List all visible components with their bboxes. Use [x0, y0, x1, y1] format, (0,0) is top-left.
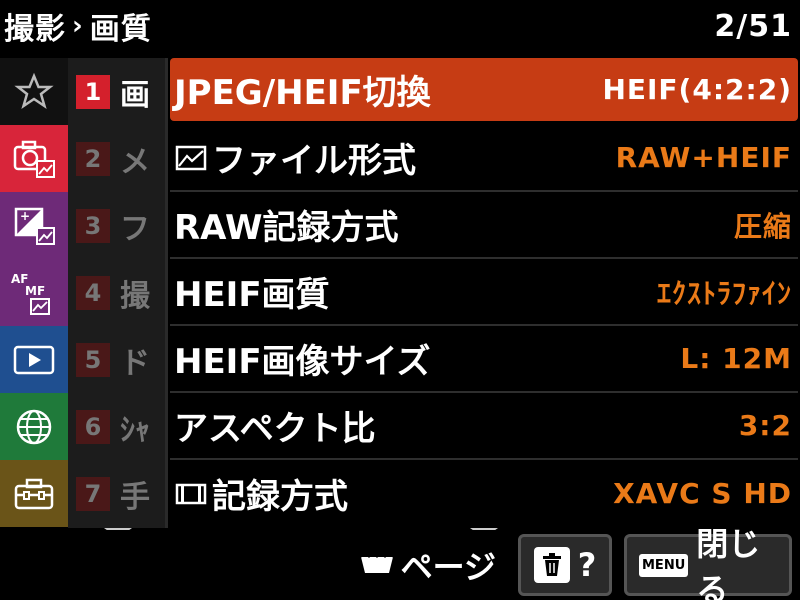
- menu-item-value: 圧縮: [733, 209, 792, 243]
- subtab-label: メ: [120, 144, 150, 180]
- still-image-icon: [175, 145, 207, 170]
- menu-item-label-text: HEIF画像サイズ: [174, 342, 431, 382]
- movie-icon: [175, 483, 207, 504]
- menu-list: JPEG/HEIF切換 HEIF(4:2:2) ファイル形式 RAW+HEIF …: [170, 58, 798, 528]
- subtab-label: ド: [120, 345, 150, 381]
- page-label: ページ: [400, 548, 496, 586]
- menu-item-label: HEIF画質: [174, 267, 330, 316]
- subtab-column: 1 画 2 メ 3 フ 4 撮 5 ド 6 ｼｬ 7 手: [68, 58, 168, 528]
- menu-item-raw-recording[interactable]: RAW記録方式 圧縮: [170, 192, 798, 259]
- subtab-7[interactable]: 7 手: [68, 460, 165, 527]
- subtab-label: フ: [120, 211, 150, 247]
- subtab-6[interactable]: 6 ｼｬ: [68, 393, 165, 460]
- close-label: 閉じる: [696, 525, 761, 600]
- dial-icon: [360, 553, 394, 573]
- af-mf-icon: AF MF: [11, 272, 50, 315]
- menu-item-label-text: HEIF画質: [174, 275, 330, 315]
- category-shooting[interactable]: [0, 125, 68, 192]
- help-label: ?: [577, 546, 597, 584]
- network-icon: [16, 409, 52, 444]
- category-exposure[interactable]: +: [0, 192, 68, 259]
- header-bar: 撮影 › 画質 2/51: [0, 0, 800, 52]
- toolbox-icon: [14, 478, 54, 509]
- menu-item-movie-recording[interactable]: 記録方式 XAVC S HD: [170, 460, 798, 527]
- subtab-number: 7: [76, 476, 110, 511]
- subtab-number: 4: [76, 275, 110, 310]
- breadcrumb-separator: ›: [72, 11, 84, 41]
- subtab-number: 6: [76, 409, 110, 444]
- menu-item-label-text: アスペクト比: [174, 409, 376, 449]
- menu-item-label-text: JPEG/HEIF切換: [174, 73, 431, 113]
- menu-item-value: 3:2: [738, 409, 792, 442]
- subtab-1[interactable]: 1 画: [68, 58, 165, 125]
- star-icon: [14, 72, 54, 109]
- breadcrumb-current: 画質: [89, 12, 152, 47]
- category-column: + AF MF: [0, 58, 68, 528]
- subtab-label: 手: [120, 479, 150, 515]
- category-setup[interactable]: [0, 460, 68, 527]
- subtab-number: 5: [76, 342, 110, 377]
- menu-item-label: JPEG/HEIF切換: [174, 65, 431, 114]
- menu-item-value: RAW+HEIF: [615, 141, 792, 174]
- trash-icon: [533, 547, 570, 583]
- close-button[interactable]: MENU 閉じる: [624, 525, 792, 600]
- page-indicator: 2/51: [714, 8, 792, 44]
- menu-item-value: HEIF(4:2:2): [602, 73, 792, 106]
- category-network[interactable]: [0, 393, 68, 460]
- subtab-number: 2: [76, 141, 110, 176]
- menu-item-aspect-ratio[interactable]: アスペクト比 3:2: [170, 393, 798, 460]
- subtab-number: 3: [76, 208, 110, 243]
- svg-text:MF: MF: [25, 284, 45, 298]
- subtab-3[interactable]: 3 フ: [68, 192, 165, 259]
- subtab-label: ｼｬ: [120, 412, 150, 448]
- subtab-2[interactable]: 2 メ: [68, 125, 165, 192]
- breadcrumb-parent: 撮影: [4, 12, 66, 47]
- menu-item-heif-image-size[interactable]: HEIF画像サイズ L: 12M: [170, 326, 798, 393]
- menu-item-file-format[interactable]: ファイル形式 RAW+HEIF: [170, 125, 798, 192]
- menu-item-label-text: ファイル形式: [212, 141, 416, 181]
- menu-item-label: アスペクト比: [174, 401, 376, 450]
- svg-text:+: +: [20, 209, 30, 223]
- menu-item-label: RAW記録方式: [174, 200, 398, 249]
- exposure-icon: +: [14, 207, 55, 245]
- menu-item-value: L: 12M: [680, 342, 792, 375]
- menu-item-label: 記録方式: [174, 469, 348, 518]
- menu-badge-icon: MENU: [639, 553, 689, 577]
- subtab-5[interactable]: 5 ド: [68, 326, 165, 393]
- menu-item-value: ｴｸｽﾄﾗﾌｧｲﾝ: [656, 276, 792, 310]
- subtab-label: 撮: [120, 278, 150, 314]
- menu-item-label-text: RAW記録方式: [174, 208, 399, 248]
- category-favorites[interactable]: [0, 58, 68, 125]
- camera-icon: [13, 140, 55, 178]
- menu-item-value: XAVC S HD: [613, 477, 792, 510]
- page-hint: ページ: [359, 542, 496, 588]
- menu-item-heif-quality[interactable]: HEIF画質 ｴｸｽﾄﾗﾌｧｲﾝ: [170, 259, 798, 326]
- menu-item-jpeg-heif-switch[interactable]: JPEG/HEIF切換 HEIF(4:2:2): [170, 58, 798, 121]
- menu-item-label: ファイル形式: [174, 133, 416, 182]
- help-button[interactable]: ?: [518, 534, 612, 596]
- footer-bar: ページ ? MENU 閉じる: [0, 525, 800, 600]
- subtab-4[interactable]: 4 撮: [68, 259, 165, 326]
- menu-item-label: HEIF画像サイズ: [174, 334, 431, 383]
- subtab-label: 画: [120, 77, 150, 113]
- playback-icon: [13, 345, 55, 374]
- category-focus[interactable]: AF MF: [0, 259, 68, 326]
- breadcrumb: 撮影 › 画質: [4, 4, 152, 48]
- category-playback[interactable]: [0, 326, 68, 393]
- menu-item-label-text: 記録方式: [212, 477, 348, 517]
- subtab-number: 1: [76, 74, 110, 109]
